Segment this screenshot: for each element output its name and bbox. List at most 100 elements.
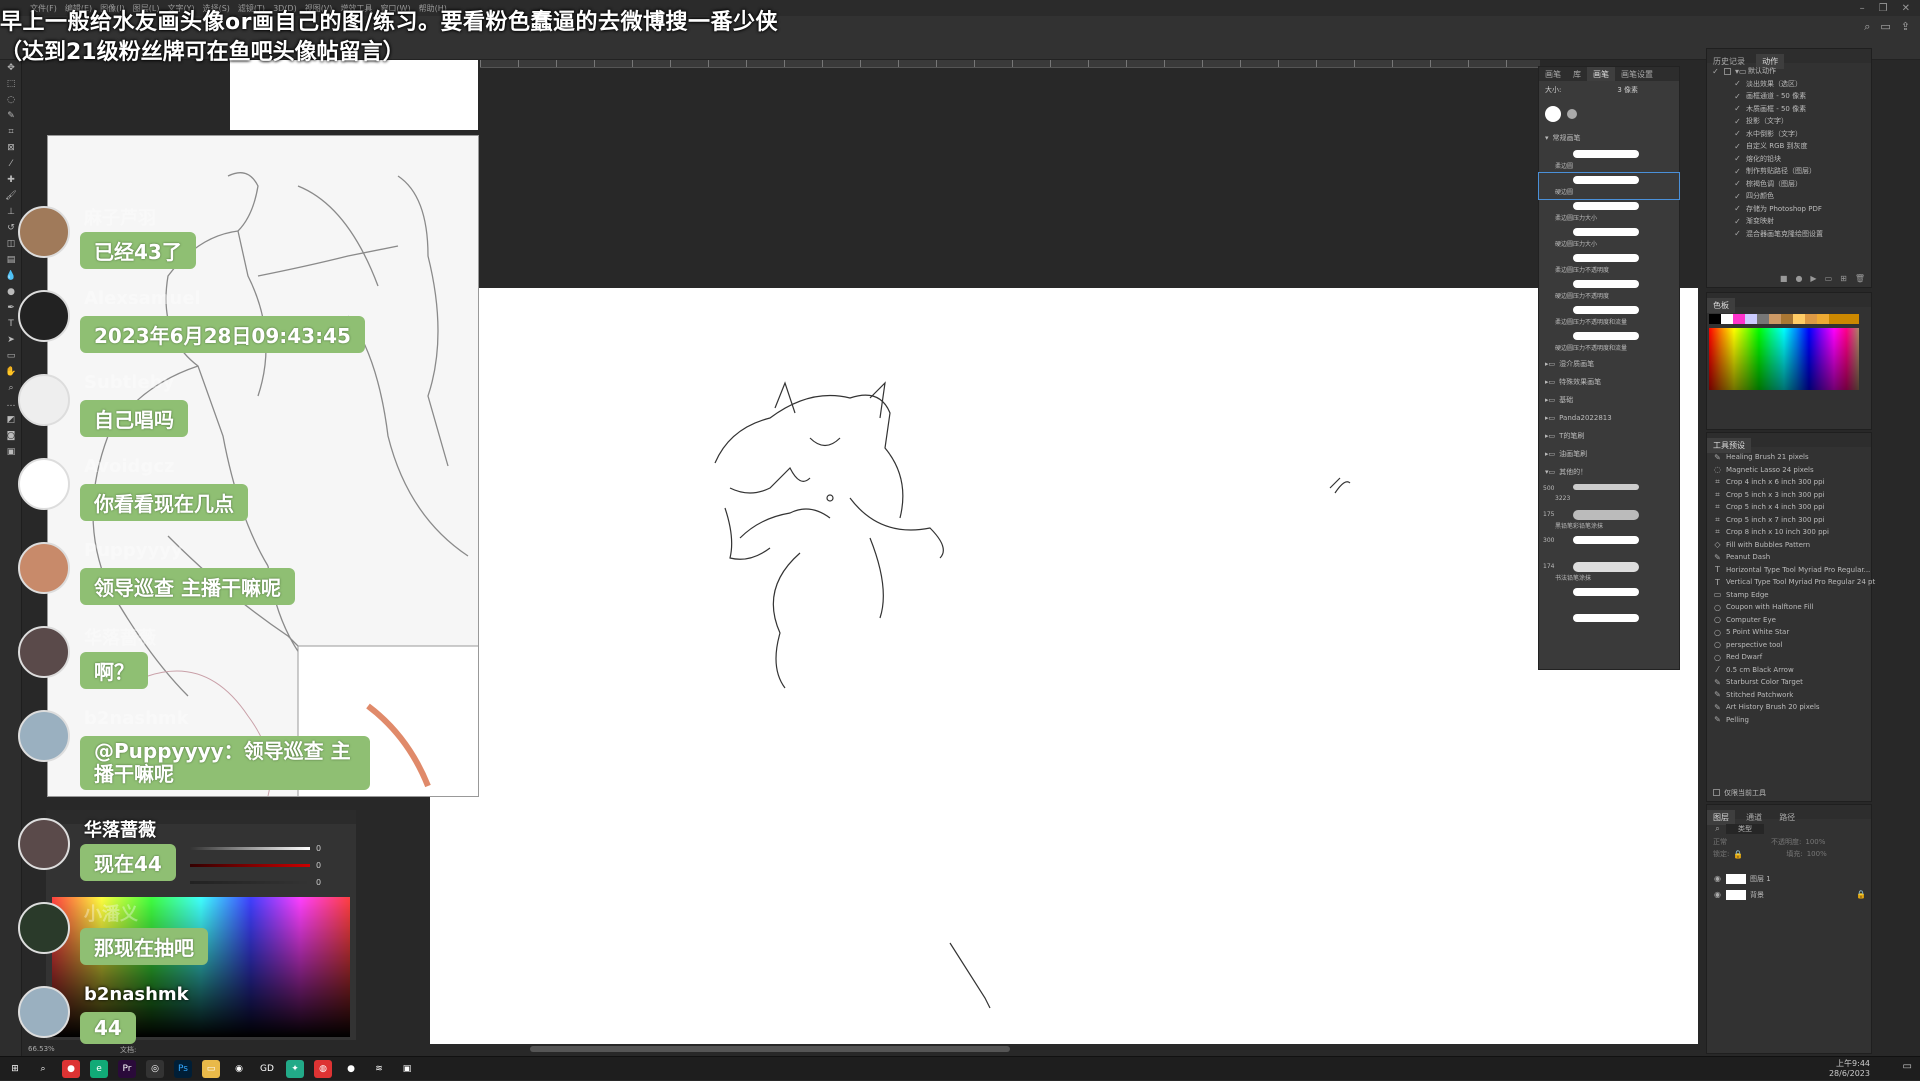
new-action-icon[interactable]: ⊞ [1840,274,1847,283]
tool-preset-item[interactable]: T Horizontal Type Tool Myriad Pro Regular… [1713,564,1870,577]
action-item[interactable]: ✓ 制作剪贴路径（图层） [1711,165,1867,178]
tool-preset-item[interactable]: ⁄ 0.5 cm Black Arrow [1713,664,1867,677]
brush-item[interactable]: 柔边圆压力不透明度 [1539,251,1679,277]
brush-item[interactable]: 174 书法铅笔涂抹 [1539,559,1679,585]
brush-item[interactable]: 175 黑铅笔彩铅笔涂抹 [1539,507,1679,533]
clock[interactable]: 上午9:44 28/6/2023 [1829,1059,1870,1079]
obs-icon[interactable]: ◎ [146,1060,164,1078]
brush-folder[interactable]: ▸▭ 油画笔刷 [1539,445,1679,463]
tool-preset-item[interactable]: T Vertical Type Tool Myriad Pro Regular 2… [1713,576,1875,589]
tool-preset-item[interactable]: ○ perspective tool [1713,639,1867,652]
workspace-icon[interactable]: ▭ [1880,20,1890,34]
start-icon[interactable]: ⊞ [6,1060,24,1078]
tab-brushes[interactable]: 画笔 [1587,67,1615,81]
edge-icon[interactable]: e [90,1060,108,1078]
tool-preset-item[interactable]: ✎ Peanut Dash [1713,551,1867,564]
brush-item[interactable] [1539,585,1679,611]
fill-value[interactable]: 100% [1807,850,1827,858]
tool-preset-item[interactable]: ✎ Starburst Color Target [1713,676,1867,689]
action-item[interactable]: ✓ 混合器画笔克隆绘图设置 [1711,228,1867,241]
search-icon[interactable]: ⌕ [34,1060,52,1078]
app-icon[interactable]: ● [342,1060,360,1078]
action-item[interactable]: ✓ 木质画框 - 50 像素 [1711,103,1867,116]
tool-preset-item[interactable]: ○ Coupon with Halftone Fill [1713,601,1867,614]
tool-preset-item[interactable]: ⌗ Crop 5 inch x 3 inch 300 ppi [1713,489,1867,502]
brush-folder[interactable]: ▾▭ 其他的！ [1539,463,1679,481]
tool-preset-item[interactable]: ◇ Fill with Bubbles Pattern [1713,539,1867,552]
drawing-canvas[interactable] [430,288,1698,1044]
layer-row[interactable]: ◉ 图层 1 [1707,871,1871,887]
tool-preset-item[interactable]: ✎ Healing Brush 21 pixels [1713,451,1867,464]
tool-preset-item[interactable]: ○ Computer Eye [1713,614,1867,627]
delete-icon[interactable]: 🗑 [1855,274,1865,283]
action-item[interactable]: ✓ 投影（文字） [1711,115,1867,128]
opacity-value[interactable]: 100% [1805,838,1825,846]
tab-library[interactable]: 库 [1567,67,1587,81]
brush-group[interactable]: ▾ 常规画笔 [1539,129,1679,147]
action-item[interactable]: ✓ 画框通道 - 50 像素 [1711,90,1867,103]
tab-paths[interactable]: 路径 [1773,810,1801,825]
brush-item[interactable] [1539,611,1679,637]
photoshop-icon[interactable]: Ps [174,1060,192,1078]
brush-item[interactable]: 硬边圆压力不透明度和流量 [1539,329,1679,355]
action-item[interactable]: ✓ 渐变映射 [1711,215,1867,228]
layer-filter-select[interactable]: 类型 [1726,824,1764,835]
action-item[interactable]: ✓ 自定义 RGB 到灰度 [1711,140,1867,153]
brush-folder[interactable]: ▸▭ T的笔刷 [1539,427,1679,445]
action-item[interactable]: ✓ 水中倒影（文字） [1711,128,1867,141]
app-icon[interactable]: GD [258,1060,276,1078]
tab-tool-presets[interactable]: 工具预设 [1707,438,1751,453]
brush-item[interactable]: 300 [1539,533,1679,559]
new-set-icon[interactable]: ▭ [1825,274,1833,283]
tool-preset-item[interactable]: ⌗ Crop 8 inch x 10 inch 300 ppi [1713,526,1867,539]
tool-preset-item[interactable]: ○ Red Dwarf [1713,651,1867,664]
action-item[interactable]: ✓ 棕褐色调（图层） [1711,178,1867,191]
tool-preset-item[interactable]: ✎ Stitched Patchwork [1713,689,1867,702]
action-item[interactable]: ✓ 熔化的铅块 [1711,153,1867,166]
share-icon[interactable]: ⇪ [1901,20,1910,34]
minimize-icon[interactable]: – [1860,3,1865,14]
tool-preset-item[interactable]: ⌗ Crop 5 inch x 7 inch 300 ppi [1713,514,1867,527]
tool-preset-item[interactable]: ⌗ Crop 5 inch x 4 inch 300 ppi [1713,501,1867,514]
swatch-grid[interactable] [1709,314,1859,390]
brush-folder[interactable]: ▸▭ 基础 [1539,391,1679,409]
brush-tip-icon[interactable] [1545,106,1561,122]
brush-folder[interactable]: ▸▭ Panda2022813 [1539,409,1679,427]
app-icon[interactable]: ▣ [398,1060,416,1078]
close-icon[interactable]: ✕ [1902,3,1910,14]
action-item[interactable]: ✓ 存储为 Photoshop PDF [1711,203,1867,216]
brush-folder[interactable]: ▸▭ 湿介质画笔 [1539,355,1679,373]
tool-preset-item[interactable]: ○ 5 Point White Star [1713,626,1867,639]
brush-item[interactable]: 500 3223 [1539,481,1679,507]
notification-icon[interactable]: ▭ [1903,1061,1912,1072]
app-icon[interactable]: ✦ [286,1060,304,1078]
tool-preset-item[interactable]: ◌ Magnetic Lasso 24 pixels [1713,464,1867,477]
size-value[interactable]: 3 像素 [1617,85,1638,95]
restore-icon[interactable]: ❐ [1879,3,1888,14]
brush-item[interactable]: 柔边圆压力大小 [1539,199,1679,225]
brush-item-selected[interactable]: 硬边圆 [1538,172,1680,200]
lock-icon[interactable]: 🔒 [1733,850,1743,859]
tool-preset-item[interactable]: ✎ Art History Brush 20 pixels [1713,701,1867,714]
tab-layers[interactable]: 图层 [1707,810,1735,825]
play-icon[interactable]: ▶ [1810,274,1816,283]
search-icon[interactable]: ⌕ [1864,20,1870,34]
app-icon[interactable]: ≋ [370,1060,388,1078]
record-icon[interactable]: ● [1795,274,1802,283]
camera-icon[interactable]: ◉ [230,1060,248,1078]
visibility-icon[interactable]: ◉ [1713,874,1722,883]
visibility-icon[interactable]: ◉ [1713,890,1722,899]
horizontal-scrollbar[interactable] [530,1046,1010,1052]
brush-folder[interactable]: ▸▭ 特殊效果画笔 [1539,373,1679,391]
action-item[interactable]: ✓ 淡出效果（选区） [1711,78,1867,91]
premiere-icon[interactable]: Pr [118,1060,136,1078]
tool-preset-item[interactable]: ⌗ Crop 4 inch x 6 inch 300 ppi [1713,476,1867,489]
brush-tip-soft-icon[interactable] [1567,109,1577,119]
brush-item[interactable]: 硬边圆压力不透明度 [1539,277,1679,303]
action-set[interactable]: ✓ ▾▭ 默认动作 [1711,65,1867,78]
tool-preset-item[interactable]: ▭ Stamp Edge [1713,589,1867,602]
chrome-icon[interactable]: ● [62,1060,80,1078]
file-explorer-icon[interactable]: ▭ [202,1060,220,1078]
action-item[interactable]: ✓ 四分颜色 [1711,190,1867,203]
current-tool-only[interactable]: 仅限当前工具 [1713,787,1766,800]
